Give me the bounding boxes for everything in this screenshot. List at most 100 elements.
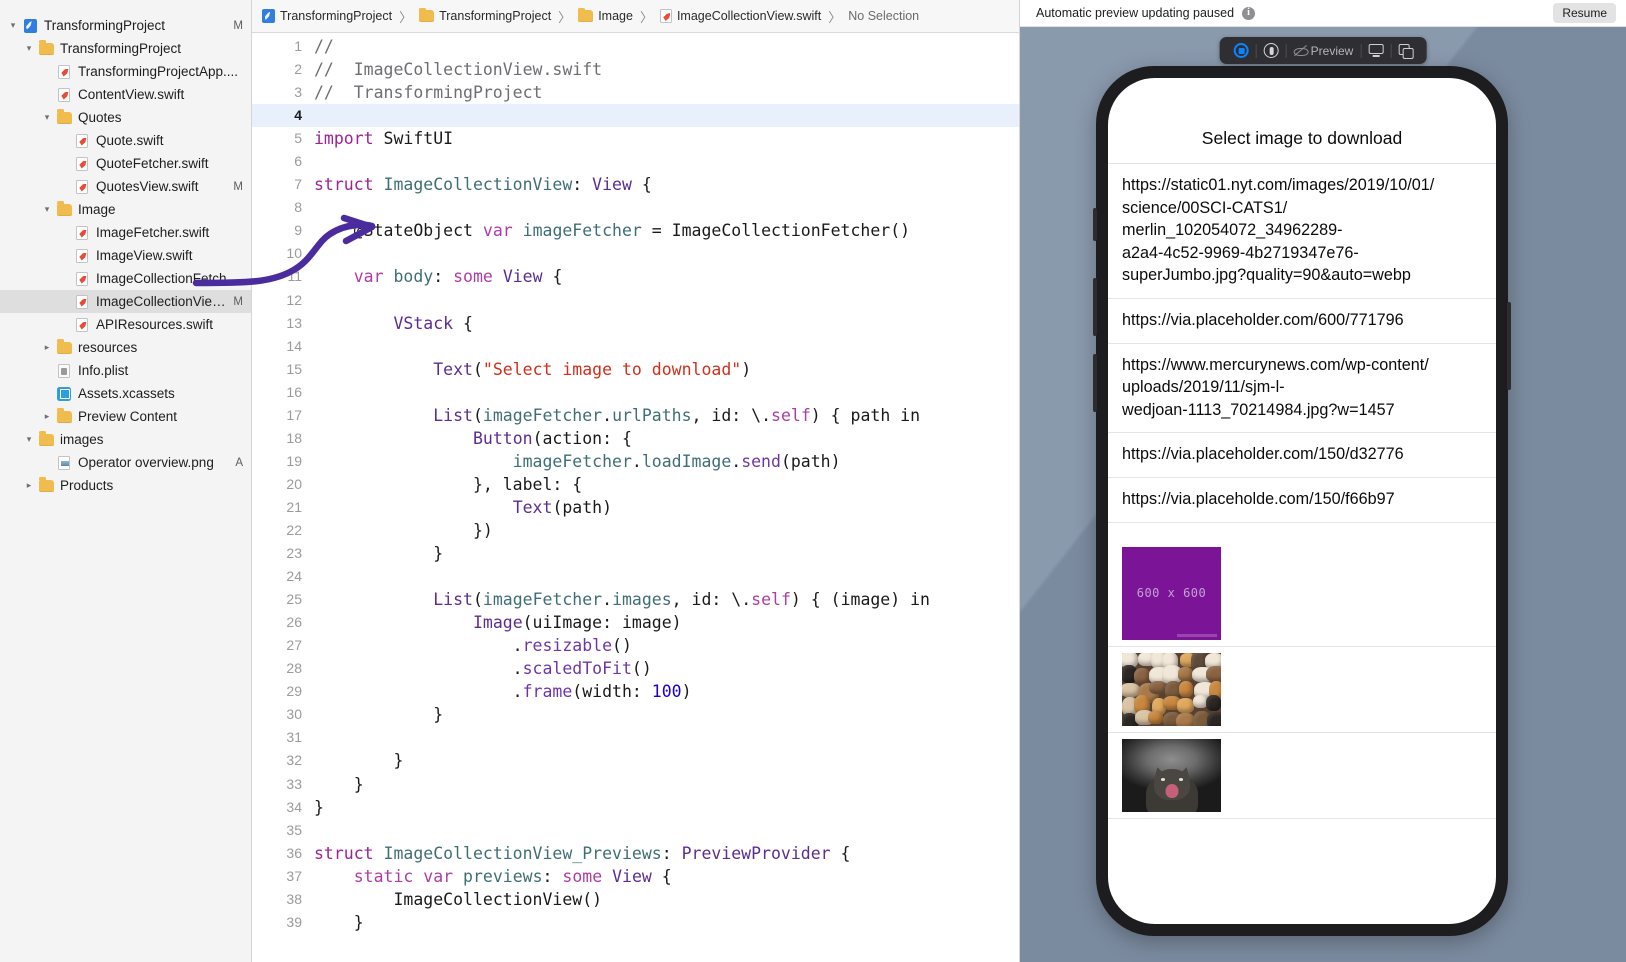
code-line[interactable]: 9 @StateObject var imageFetcher = ImageC… <box>252 219 1019 242</box>
device-volume-down-button[interactable] <box>1093 354 1097 412</box>
chevron-down-icon[interactable] <box>6 21 20 30</box>
code-text[interactable]: Text("Select image to download") <box>314 358 1019 381</box>
breadcrumb-item-image[interactable]: Image <box>576 7 635 23</box>
code-text[interactable]: .resizable() <box>314 634 1019 657</box>
code-line[interactable]: 17 List(imageFetcher.urlPaths, id: \.sel… <box>252 404 1019 427</box>
code-text[interactable]: Text(path) <box>314 496 1019 519</box>
code-text[interactable]: List(imageFetcher.urlPaths, id: \.self) … <box>314 404 1019 427</box>
code-text[interactable]: struct ImageCollectionView_Previews: Pre… <box>314 842 1019 865</box>
code-line[interactable]: 13 VStack { <box>252 312 1019 335</box>
code-text[interactable]: ImageCollectionView() <box>314 888 1019 911</box>
info-circle-icon[interactable]: i <box>1242 6 1256 20</box>
code-line[interactable]: 15 Text("Select image to download") <box>252 358 1019 381</box>
image-list-item[interactable] <box>1108 647 1496 733</box>
code-line[interactable]: 14 <box>252 335 1019 358</box>
navigator-item-transformingprojectapp[interactable]: TransformingProjectApp.... <box>0 60 251 83</box>
breadcrumb-item-transformingproject[interactable]: TransformingProject <box>417 7 553 23</box>
device-power-button[interactable] <box>1507 302 1511 390</box>
device-screen[interactable]: Select image to download https://static0… <box>1108 78 1496 924</box>
code-text[interactable]: } <box>314 703 1019 726</box>
image-list-item[interactable] <box>1108 733 1496 819</box>
code-line[interactable]: 21 Text(path) <box>252 496 1019 519</box>
navigator-item-transformingproject[interactable]: TransformingProject M <box>0 14 251 37</box>
navigator-item-imageview-swift[interactable]: ImageView.swift <box>0 244 251 267</box>
code-line[interactable]: 18 Button(action: { <box>252 427 1019 450</box>
code-line[interactable]: 22 }) <box>252 519 1019 542</box>
navigator-item-products[interactable]: Products <box>0 474 251 497</box>
yawning-cat-thumbnail[interactable] <box>1122 738 1221 812</box>
code-text[interactable]: Image(uiImage: image) <box>314 611 1019 634</box>
device-select-icon[interactable] <box>1227 37 1256 64</box>
navigator-item-quotesview-swift[interactable]: QuotesView.swift M <box>0 175 251 198</box>
code-text[interactable]: .frame(width: 100) <box>314 680 1019 703</box>
navigator-item-preview-content[interactable]: Preview Content <box>0 405 251 428</box>
duplicate-icon[interactable] <box>1391 37 1419 64</box>
code-line[interactable]: 37 static var previews: some View { <box>252 865 1019 888</box>
code-line[interactable]: 6 <box>252 150 1019 173</box>
code-line[interactable]: 8 <box>252 196 1019 219</box>
inspect-device-icon[interactable] <box>1257 37 1286 64</box>
code-line[interactable]: 24 <box>252 565 1019 588</box>
chevron-right-icon[interactable] <box>40 412 54 421</box>
navigator-item-quotefetcher-swift[interactable]: QuoteFetcher.swift <box>0 152 251 175</box>
code-text[interactable]: Button(action: { <box>314 427 1019 450</box>
project-navigator[interactable]: TransformingProjectMTransformingProjectT… <box>0 0 252 962</box>
code-line[interactable]: 31 <box>252 726 1019 749</box>
breadcrumb-item-imagecollectionview-swift[interactable]: ImageCollectionView.swift <box>658 9 823 23</box>
code-text[interactable]: var body: some View { <box>314 265 1019 288</box>
code-line[interactable]: 3 // TransformingProject <box>252 81 1019 104</box>
chevron-right-icon[interactable] <box>22 481 36 490</box>
code-line[interactable]: 38 ImageCollectionView() <box>252 888 1019 911</box>
code-text[interactable]: imageFetcher.loadImage.send(path) <box>314 450 1019 473</box>
url-list-item[interactable]: https://via.placeholder.com/150/d32776 <box>1108 433 1496 478</box>
code-line[interactable]: 23 } <box>252 542 1019 565</box>
chevron-right-icon[interactable] <box>40 343 54 352</box>
device-volume-up-button[interactable] <box>1093 278 1097 336</box>
navigator-item-contentview-swift[interactable]: ContentView.swift <box>0 83 251 106</box>
navigator-item-operator-overview-png[interactable]: Operator overview.png A <box>0 451 251 474</box>
preview-toolbar[interactable]: Preview <box>1219 37 1427 64</box>
monitor-icon[interactable] <box>1361 37 1390 64</box>
code-line[interactable]: 5 import SwiftUI <box>252 127 1019 150</box>
placeholder-thumbnail[interactable]: 600 x 600 <box>1122 546 1221 640</box>
url-list-item[interactable]: https://via.placeholde.com/150/f66b97 <box>1108 478 1496 523</box>
device-silent-switch[interactable] <box>1093 208 1097 241</box>
code-text[interactable]: VStack { <box>314 312 1019 335</box>
code-text[interactable]: // <box>314 35 1019 58</box>
chevron-down-icon[interactable] <box>22 44 36 53</box>
downloaded-image-list[interactable]: 600 x 600 <box>1108 541 1496 819</box>
code-text[interactable]: static var previews: some View { <box>314 865 1019 888</box>
code-text[interactable]: .scaledToFit() <box>314 657 1019 680</box>
breadcrumb-item-transformingproject[interactable]: TransformingProject <box>260 9 394 23</box>
chevron-down-icon[interactable] <box>40 113 54 122</box>
code-line[interactable]: 20 }, label: { <box>252 473 1019 496</box>
code-text[interactable]: } <box>314 749 1019 772</box>
code-line[interactable]: 1 // <box>252 35 1019 58</box>
navigator-item-info-plist[interactable]: Info.plist <box>0 359 251 382</box>
breadcrumb[interactable]: TransformingProject TransformingProject Im… <box>252 0 1019 33</box>
code-text[interactable]: }, label: { <box>314 473 1019 496</box>
preview-canvas[interactable]: Preview Select image to download https:/… <box>1020 27 1626 962</box>
navigator-item-imagecollectionfetcher[interactable]: ImageCollectionFetcher... <box>0 267 251 290</box>
navigator-item-transformingproject[interactable]: TransformingProject <box>0 37 251 60</box>
code-text[interactable]: }) <box>314 519 1019 542</box>
code-line[interactable]: 2 // ImageCollectionView.swift <box>252 58 1019 81</box>
code-line[interactable]: 32 } <box>252 749 1019 772</box>
code-line[interactable]: 29 .frame(width: 100) <box>252 680 1019 703</box>
resume-button[interactable]: Resume <box>1553 3 1616 23</box>
chevron-down-icon[interactable] <box>40 205 54 214</box>
url-list-item[interactable]: https://via.placeholder.com/600/771796 <box>1108 299 1496 344</box>
navigator-item-quotes[interactable]: Quotes <box>0 106 251 129</box>
navigator-item-quote-swift[interactable]: Quote.swift <box>0 129 251 152</box>
navigator-item-images[interactable]: images <box>0 428 251 451</box>
code-line[interactable]: 36 struct ImageCollectionView_Previews: P… <box>252 842 1019 865</box>
code-line[interactable]: 27 .resizable() <box>252 634 1019 657</box>
navigator-item-apiresources-swift[interactable]: APIResources.swift <box>0 313 251 336</box>
code-text[interactable]: } <box>314 911 1019 934</box>
image-list-item[interactable]: 600 x 600 <box>1108 541 1496 647</box>
code-text[interactable]: struct ImageCollectionView: View { <box>314 173 1019 196</box>
code-line[interactable]: 39 } <box>252 911 1019 934</box>
code-text[interactable]: // TransformingProject <box>314 81 1019 104</box>
navigator-item-assets-xcassets[interactable]: Assets.xcassets <box>0 382 251 405</box>
code-text[interactable]: List(imageFetcher.images, id: \.self) { … <box>314 588 1019 611</box>
